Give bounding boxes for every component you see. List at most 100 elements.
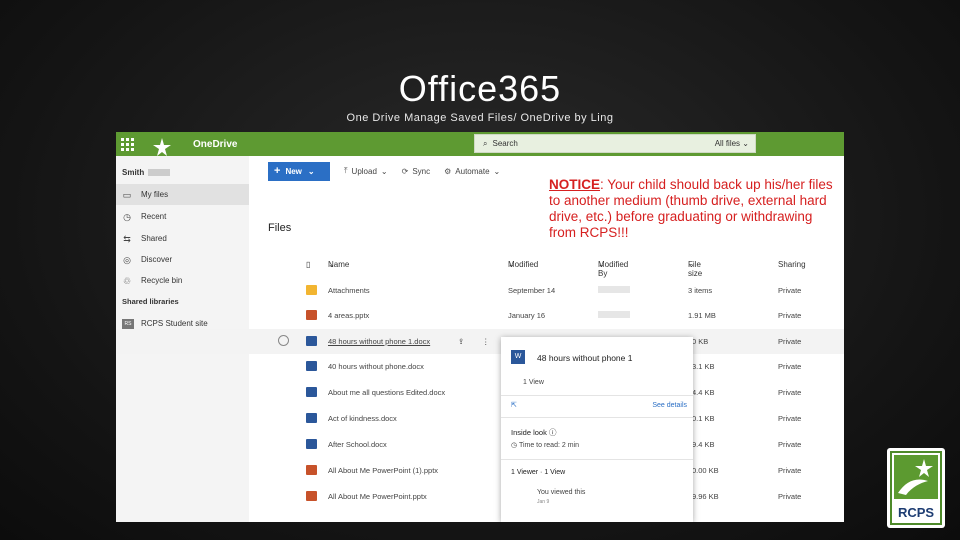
rcps-logo-text: RCPS — [897, 505, 935, 520]
redacted-modified-by — [598, 286, 630, 293]
column-header-modified-by[interactable]: Modified By ⌄ — [598, 260, 628, 278]
divider — [501, 459, 693, 460]
app-name[interactable]: OneDrive — [193, 139, 237, 150]
inside-look-heading: Inside look ⓘ — [511, 427, 556, 438]
file-type-icon[interactable]: ▯ — [306, 260, 310, 269]
notice-heading: NOTICE — [549, 177, 601, 192]
sharing-status: Private — [778, 311, 802, 320]
automate-icon: ⚙ — [444, 166, 452, 176]
table-row[interactable]: After School.docx 9.4 KB Private — [116, 432, 844, 457]
clock-icon: ◷ — [123, 211, 131, 222]
file-name[interactable]: 4 areas.pptx — [328, 311, 369, 320]
sidebar-item-recent[interactable]: ◷ Recent — [116, 206, 249, 227]
upload-button[interactable]: ⤒ Upload ⌄ — [344, 166, 388, 176]
sidebar-item-my-files[interactable]: ▭ My files — [116, 184, 249, 205]
sharing-status: Private — [778, 337, 802, 346]
sync-button[interactable]: ⟳ Sync — [402, 167, 431, 176]
file-name[interactable]: All About Me PowerPoint.pptx — [328, 492, 427, 501]
page-title: Files — [268, 222, 292, 234]
inside-look-label: Inside look — [511, 428, 547, 437]
column-header-modified[interactable]: Modified ⌄ — [508, 260, 538, 269]
file-name[interactable]: All About Me PowerPoint (1).pptx — [328, 466, 438, 475]
table-row[interactable]: Act of kindness.docx 0.1 KB Private — [116, 406, 844, 431]
more-options-icon[interactable]: ⋮ — [482, 337, 490, 346]
file-name[interactable]: About me all questions Edited.docx — [328, 388, 445, 397]
share-icon[interactable]: ⇪ — [458, 337, 464, 346]
word-file-icon — [306, 387, 317, 397]
new-button[interactable]: + New ⌄ — [268, 161, 330, 181]
rcps-logo-graphic — [894, 455, 938, 499]
search-input[interactable]: ⌕ Search All files ⌄ — [474, 134, 756, 153]
file-size: 0.00 KB — [692, 466, 719, 475]
powerpoint-file-icon — [306, 491, 317, 501]
chevron-down-icon: ⌄ — [380, 166, 388, 176]
file-name[interactable]: 48 hours without phone 1.docx — [328, 337, 430, 346]
sidebar-item-label: My files — [141, 190, 169, 199]
table-header: ▯ Name ⌄ Modified ⌄ Modified By ⌄ File s… — [116, 260, 844, 278]
sharing-status: Private — [778, 286, 802, 295]
upload-label: Upload — [351, 166, 377, 176]
table-row-selected[interactable]: 48 hours without phone 1.docx ⇪ ⋮ 0 KB P… — [116, 329, 844, 354]
share-icon: ⇆ — [123, 233, 131, 244]
user-name-text: Smith — [122, 168, 145, 177]
sidebar-item-label: Shared — [141, 234, 167, 243]
file-name[interactable]: Act of kindness.docx — [328, 414, 397, 423]
word-file-icon — [306, 361, 317, 371]
table-row[interactable]: About me all questions Edited.docx 4.4 K… — [116, 380, 844, 405]
automate-label: Automate — [455, 166, 490, 176]
see-details-link[interactable]: See details — [652, 402, 687, 409]
powerpoint-file-icon — [306, 310, 317, 320]
column-header-name[interactable]: Name ⌄ — [328, 260, 349, 269]
folder-icon — [306, 285, 317, 295]
file-size: 4.4 KB — [692, 388, 715, 397]
file-size: 9.4 KB — [692, 440, 715, 449]
column-label: Name — [328, 260, 350, 269]
sidebar-item-shared[interactable]: ⇆ Shared — [116, 228, 249, 249]
file-size: 0 KB — [692, 337, 709, 346]
table-row[interactable]: All About Me PowerPoint (1).pptx 0.00 KB… — [116, 458, 844, 483]
table-row[interactable]: 4 areas.pptx January 16 1.91 MB Private — [116, 303, 844, 328]
search-icon: ⌕ — [483, 138, 488, 148]
sharing-status: Private — [778, 466, 802, 475]
automate-button[interactable]: ⚙ Automate ⌄ — [444, 167, 500, 176]
file-size: 1.91 MB — [688, 311, 716, 320]
table-row[interactable]: All About Me PowerPoint.pptx 9.96 KB Pri… — [116, 484, 844, 509]
file-name[interactable]: After School.docx — [328, 440, 387, 449]
search-scope-label: All files — [714, 139, 741, 148]
file-size: 3.1 KB — [692, 362, 715, 371]
share-arrow-icon[interactable]: ⇱ — [511, 401, 517, 409]
column-header-file-size[interactable]: File size ⌄ — [688, 260, 702, 278]
viewer-count: 1 Viewer · 1 View — [511, 469, 566, 476]
file-size: 0.1 KB — [692, 414, 715, 423]
word-file-icon — [306, 336, 317, 346]
column-label: File size — [688, 260, 703, 278]
sharing-status: Private — [778, 492, 802, 501]
command-bar: + New ⌄ ⤒ Upload ⌄ ⟳ Sync ⚙ Automate ⌄ — [268, 160, 500, 182]
file-name[interactable]: 40 hours without phone.docx — [328, 362, 424, 371]
modified-date: September 14 — [508, 286, 556, 295]
search-scope-dropdown[interactable]: All files ⌄ — [715, 139, 749, 148]
time-to-read: ◷ Time to read: 2 min — [511, 441, 579, 449]
word-file-icon — [306, 413, 317, 423]
plus-icon: + — [274, 165, 281, 177]
hover-card-title[interactable]: 48 hours without phone 1 — [537, 353, 632, 363]
column-label: Sharing — [778, 260, 806, 269]
column-label: Modified By — [598, 260, 629, 278]
notice-message: NOTICE: Your child should back up his/he… — [549, 177, 839, 241]
sidebar-item-label: Recent — [141, 212, 167, 221]
file-name[interactable]: Attachments — [328, 286, 370, 295]
modified-date: January 16 — [508, 311, 546, 320]
table-row[interactable]: Attachments September 14 3 items Private — [116, 278, 844, 303]
table-row[interactable]: 40 hours without phone.docx 3.1 KB Priva… — [116, 354, 844, 379]
powerpoint-file-icon — [306, 465, 317, 475]
redacted-modified-by — [598, 311, 630, 318]
app-launcher-icon[interactable] — [121, 137, 135, 151]
divider — [501, 395, 693, 396]
sharing-status: Private — [778, 388, 802, 397]
redacted-name — [148, 169, 171, 177]
file-size: 3 items — [688, 286, 713, 295]
column-label: Modified — [508, 260, 539, 269]
word-file-icon: W — [511, 350, 525, 364]
rcps-logo-frame: RCPS — [890, 451, 942, 525]
row-select-radio[interactable] — [278, 335, 289, 346]
